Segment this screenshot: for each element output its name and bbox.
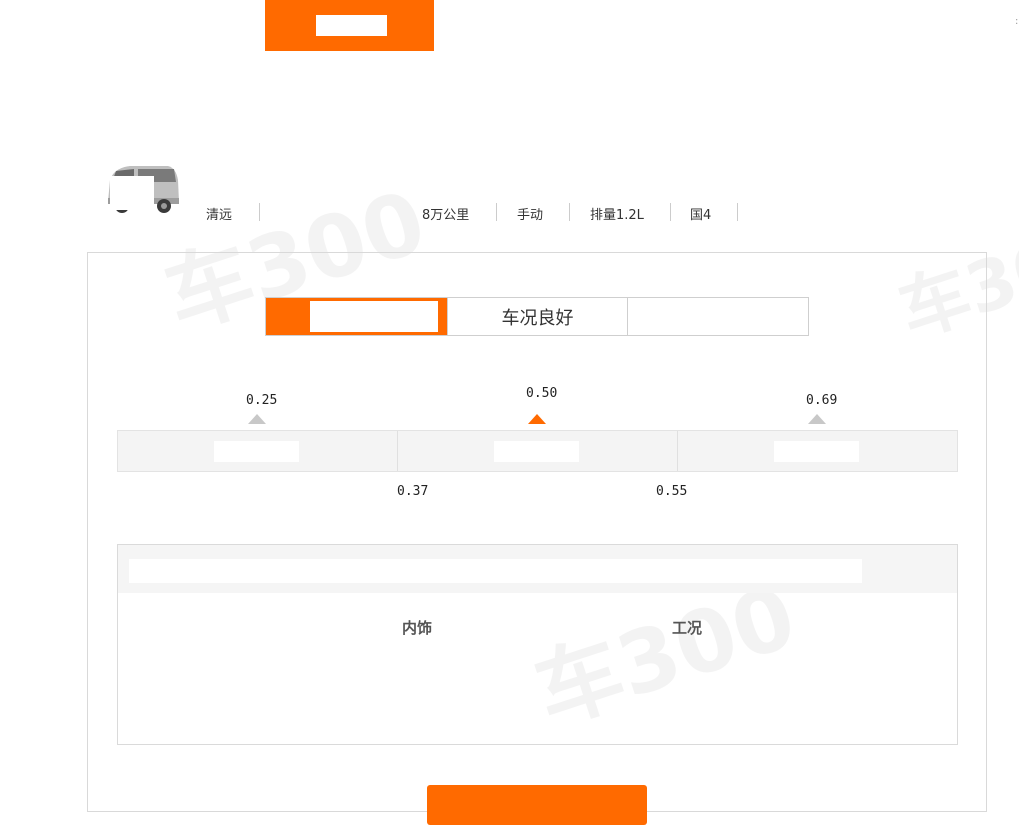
top-orange-button[interactable] [265, 0, 434, 51]
condition-tabs: 车况良好 [265, 297, 809, 336]
spec-city: 清远 [206, 208, 233, 223]
price-range-bar [117, 430, 958, 472]
detail-header [118, 545, 957, 593]
tab-condition-3[interactable] [628, 298, 808, 335]
condition-detail-box [117, 544, 958, 745]
masked-label [316, 15, 387, 36]
price-segment-low [118, 431, 398, 471]
masked-label [310, 301, 438, 332]
spec-emission: 国4 [690, 208, 712, 223]
spec-divider [737, 203, 738, 221]
masked-label [774, 441, 859, 462]
tab-condition-1[interactable] [266, 298, 447, 335]
price-segment-high [678, 431, 957, 471]
detail-label-operation: 工况 [672, 619, 703, 637]
masked-label [494, 441, 579, 462]
masked-label [214, 441, 299, 462]
spec-displacement: 排量1.2L [590, 208, 644, 223]
car-thumbnail[interactable] [100, 162, 180, 217]
marker-value-mid: 0.50 [526, 386, 558, 401]
spec-divider [259, 203, 260, 221]
tab-condition-good[interactable]: 车况良好 [447, 298, 628, 335]
marker-low-icon [248, 414, 266, 424]
cta-button[interactable] [427, 785, 647, 825]
edge-glyph: : [1015, 16, 1019, 27]
boundary-value-1: 0.37 [397, 484, 429, 499]
spec-divider [569, 203, 570, 221]
spec-transmission: 手动 [517, 208, 544, 223]
spec-divider [496, 203, 497, 221]
marker-value-high: 0.69 [806, 393, 838, 408]
price-segment-mid [398, 431, 678, 471]
detail-label-interior: 内饰 [402, 619, 433, 637]
masked-header-text [129, 559, 862, 583]
marker-mid-icon [528, 414, 546, 424]
marker-value-low: 0.25 [246, 393, 278, 408]
marker-high-icon [808, 414, 826, 424]
boundary-value-2: 0.55 [656, 484, 688, 499]
spec-divider [670, 203, 671, 221]
tab-label: 车况良好 [501, 307, 574, 329]
spec-mileage: 8万公里 [422, 208, 470, 223]
